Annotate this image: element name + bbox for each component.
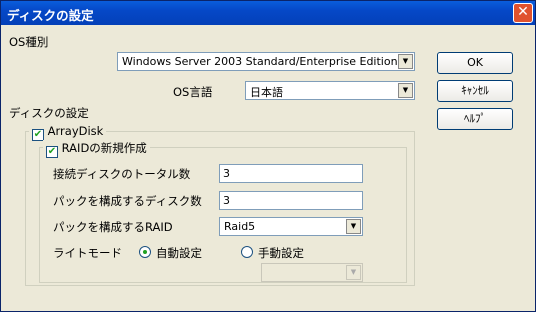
close-button[interactable]: ✕ — [513, 3, 533, 23]
pack-raid-select[interactable]: Raid5 ▼ — [219, 217, 363, 236]
ok-button[interactable]: OK — [437, 52, 513, 74]
auto-radio[interactable] — [139, 246, 151, 258]
os-lang-label: OS言語 — [173, 85, 213, 99]
os-lang-select[interactable]: 日本語 ▼ — [245, 81, 415, 100]
write-mode-label: ライトモード — [53, 246, 122, 260]
arraydisk-legend: ✔ ArrayDisk — [29, 124, 107, 141]
cancel-button[interactable]: ｷｬﾝｾﾙ — [437, 80, 513, 102]
raid-new-checkbox[interactable]: ✔ — [46, 146, 58, 158]
pack-disks-label: パックを構成するディスク数 — [53, 194, 202, 208]
manual-radio[interactable] — [241, 246, 253, 258]
os-type-value: Windows Server 2003 Standard/Enterprise … — [122, 55, 398, 68]
manual-label: 手動設定 — [258, 246, 304, 260]
radio-selected-dot — [143, 250, 147, 254]
chevron-down-icon[interactable]: ▼ — [346, 219, 361, 234]
auto-label: 自動設定 — [156, 246, 202, 260]
raid-new-label: RAIDの新規作成 — [61, 141, 147, 155]
arraydisk-label: ArrayDisk — [47, 124, 104, 138]
close-icon: ✕ — [517, 4, 529, 20]
chevron-down-icon[interactable]: ▼ — [398, 54, 413, 69]
chevron-down-icon[interactable]: ▼ — [398, 83, 413, 98]
os-lang-value: 日本語 — [250, 86, 283, 99]
window-title: ディスクの設定 — [7, 8, 94, 23]
manual-mode-select: ▼ — [261, 263, 363, 282]
disk-settings-label: ディスクの設定 — [9, 106, 89, 120]
chevron-down-icon: ▼ — [346, 265, 361, 280]
pack-disks-input[interactable]: 3 — [219, 191, 363, 210]
os-type-label: OS種別 — [9, 35, 49, 49]
os-type-select[interactable]: Windows Server 2003 Standard/Enterprise … — [117, 52, 415, 71]
total-disks-input[interactable]: 3 — [219, 164, 363, 183]
dialog-window: ディスクの設定 ✕ OS種別 Windows Server 2003 Stand… — [0, 0, 536, 312]
raid-new-legend: ✔ RAIDの新規作成 — [43, 140, 150, 158]
pack-raid-value: Raid5 — [224, 220, 256, 233]
total-disks-label: 接続ディスクのトータル数 — [53, 167, 191, 181]
title-bar[interactable]: ディスクの設定 ✕ — [1, 1, 535, 25]
pack-raid-label: パックを構成するRAID — [53, 220, 173, 234]
help-button[interactable]: ﾍﾙﾌﾟ — [437, 108, 513, 130]
